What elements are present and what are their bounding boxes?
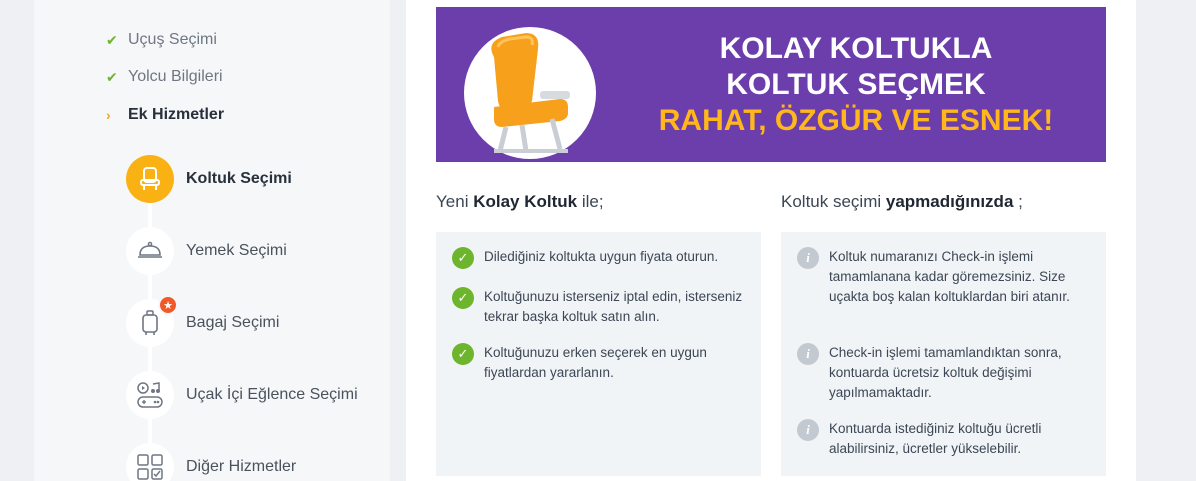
service-meal-selection[interactable]: Yemek Seçimi <box>126 227 287 275</box>
list-item-text: Check-in işlemi tamamlandıktan sonra, ko… <box>829 345 1062 400</box>
step-extra-services[interactable]: › Ek Hizmetler <box>106 106 224 124</box>
step-label: Ek Hizmetler <box>128 106 225 123</box>
title-text: Yeni <box>436 192 474 211</box>
info-icon: i <box>797 343 819 365</box>
service-label: Diğer Hizmetler <box>186 458 297 475</box>
cloche-icon <box>126 227 174 275</box>
list-item: ✓ Koltuğunuzu isterseniz iptal edin, ist… <box>452 287 752 327</box>
banner-line-1: KOLAY KOLTUKLA <box>719 32 993 65</box>
list-item: i Koltuk numaranızı Check-in işlemi tama… <box>797 247 1097 307</box>
list-item-text: Koltuk numaranızı Check-in işlemi tamaml… <box>829 249 1070 304</box>
list-item-text: Koltuğunuzu isterseniz iptal edin, ister… <box>484 289 743 324</box>
step-label: Yolcu Bilgileri <box>128 68 223 85</box>
title-text: Koltuk seçimi <box>781 192 886 211</box>
banner-line-2: KOLTUK SEÇMEK <box>726 68 986 101</box>
star-icon: ★ <box>158 295 178 315</box>
title-bold-text: Kolay Koltuk <box>473 192 578 211</box>
info-icon: i <box>797 419 819 441</box>
service-label: Koltuk Seçimi <box>186 170 292 187</box>
service-other-services[interactable]: Diğer Hizmetler <box>126 443 296 481</box>
title-bold-text: yapmadığınızda <box>885 192 1014 211</box>
notes-box: i Koltuk numaranızı Check-in işlemi tama… <box>781 232 1106 476</box>
check-circle-icon: ✓ <box>452 343 474 365</box>
banner-text: KOLAY KOLTUKLA KOLTUK SEÇMEK RAHAT, ÖZGÜ… <box>616 31 1096 139</box>
sidebar: ✔ Uçuş Seçimi ✔ Yolcu Bilgileri › Ek Hiz… <box>34 0 390 481</box>
list-item-text: Kontuarda istediğiniz koltuğu ücretli al… <box>829 421 1042 456</box>
check-circle-icon: ✓ <box>452 287 474 309</box>
promo-banner: KOLAY KOLTUKLA KOLTUK SEÇMEK RAHAT, ÖZGÜ… <box>436 7 1106 162</box>
step-label: Uçuş Seçimi <box>128 31 217 48</box>
luggage-icon: ★ <box>126 295 178 347</box>
list-item: ✓ Koltuğunuzu erken seçerek en uygun fiy… <box>452 343 752 383</box>
list-item: i Check-in işlemi tamamlandıktan sonra, … <box>797 343 1097 403</box>
service-inflight-entertainment[interactable]: Uçak İçi Eğlence Seçimi <box>126 371 358 419</box>
step-flight-selection[interactable]: ✔ Uçuş Seçimi <box>106 31 217 49</box>
step-passenger-info[interactable]: ✔ Yolcu Bilgileri <box>106 68 223 86</box>
service-seat-selection[interactable]: Koltuk Seçimi <box>126 155 292 203</box>
check-circle-icon: ✓ <box>452 247 474 269</box>
seat-illustration-icon <box>464 27 596 159</box>
service-label: Bagaj Seçimi <box>186 314 280 331</box>
left-column-title: Yeni Kolay Koltuk ile; <box>436 192 604 212</box>
list-item-text: Koltuğunuzu erken seçerek en uygun fiyat… <box>484 345 707 380</box>
service-label: Yemek Seçimi <box>186 242 287 259</box>
list-item: i Kontuarda istediğiniz koltuğu ücretli … <box>797 419 1097 459</box>
right-column-title: Koltuk seçimi yapmadığınızda ; <box>781 192 1023 212</box>
list-item-text: Dilediğiniz koltukta uygun fiyata oturun… <box>484 249 719 264</box>
list-item: ✓ Dilediğiniz koltukta uygun fiyata otur… <box>452 247 752 269</box>
main-content: KOLAY KOLTUKLA KOLTUK SEÇMEK RAHAT, ÖZGÜ… <box>406 0 1136 481</box>
banner-line-3: RAHAT, ÖZGÜR VE ESNEK! <box>658 104 1054 137</box>
grid-icon <box>126 443 174 481</box>
seat-icon <box>126 155 174 203</box>
info-icon: i <box>797 247 819 269</box>
service-label: Uçak İçi Eğlence Seçimi <box>186 386 358 403</box>
check-icon: ✔ <box>106 68 118 85</box>
check-icon: ✔ <box>106 31 118 48</box>
title-text: ile; <box>577 192 604 211</box>
service-baggage-selection[interactable]: ★ Bagaj Seçimi <box>126 295 280 347</box>
title-text: ; <box>1013 192 1023 211</box>
benefits-box: ✓ Dilediğiniz koltukta uygun fiyata otur… <box>436 232 761 476</box>
entertainment-icon <box>126 371 174 419</box>
chevron-right-icon: › <box>106 107 111 123</box>
